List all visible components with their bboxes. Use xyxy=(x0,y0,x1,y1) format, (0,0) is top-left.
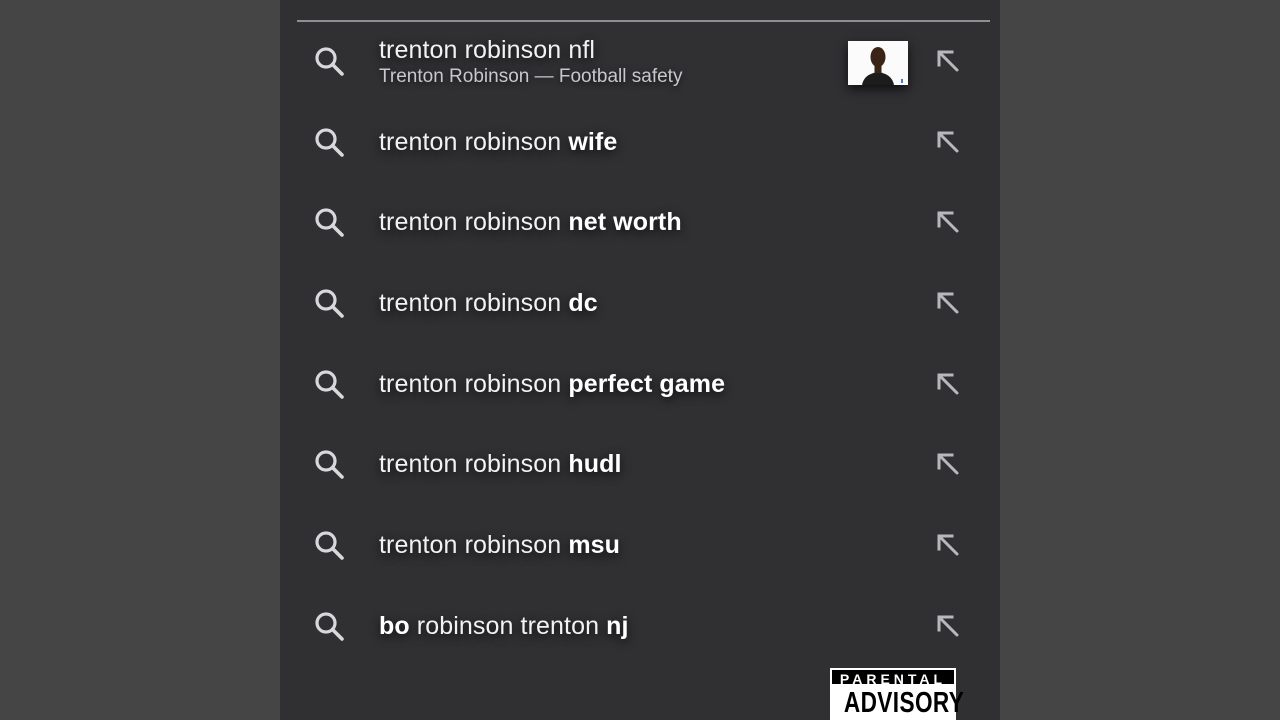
query-part: robinson trenton xyxy=(409,612,607,640)
search-icon xyxy=(313,126,347,160)
suggestion-query: trenton robinson dc xyxy=(379,289,598,318)
suggestion-item[interactable]: trenton robinson wife xyxy=(280,105,1000,185)
query-bold-part: wife xyxy=(568,128,618,156)
suggestion-item[interactable]: trenton robinson net worth xyxy=(280,185,1000,265)
query-part: trenton robinson xyxy=(379,370,569,398)
advisory-top-text: PARENTAL xyxy=(830,668,956,687)
query-part: trenton robinson nfl xyxy=(379,36,596,64)
arrow-up-left-icon[interactable] xyxy=(935,129,963,157)
suggestion-subtitle: Trenton Robinson — Football safety xyxy=(379,66,683,87)
search-icon xyxy=(313,206,347,240)
search-icon xyxy=(313,448,347,482)
arrow-up-left-icon[interactable] xyxy=(935,613,963,641)
suggestion-item[interactable]: bo robinson trenton nj xyxy=(280,589,1000,669)
query-part: trenton robinson xyxy=(379,208,569,236)
query-bold-part: hudl xyxy=(568,450,622,478)
arrow-up-left-icon[interactable] xyxy=(935,371,963,399)
query-bold-part: msu xyxy=(568,531,621,559)
search-icon xyxy=(313,529,347,563)
arrow-up-left-icon[interactable] xyxy=(935,290,963,318)
query-bold-part: net worth xyxy=(568,208,682,236)
query-bold-part: perfect game xyxy=(568,370,726,398)
search-suggestions-panel: trenton robinson nfl Trenton Robinson — F… xyxy=(280,0,1000,720)
arrow-up-left-icon[interactable] xyxy=(935,532,963,560)
query-part: trenton robinson xyxy=(379,289,569,317)
advisory-bottom-text: ADVISORY xyxy=(843,687,965,719)
suggestion-query: trenton robinson wife xyxy=(379,128,617,157)
parental-advisory-label: PARENTAL ADVISORY xyxy=(830,668,965,720)
query-part: trenton robinson xyxy=(379,128,569,156)
search-icon xyxy=(313,610,347,644)
query-bold-part: bo xyxy=(379,612,410,640)
suggestion-item[interactable]: trenton robinson nfl Trenton Robinson — F… xyxy=(280,23,1000,103)
suggestion-item[interactable]: trenton robinson hudl xyxy=(280,427,1000,507)
query-bold-part: nj xyxy=(606,612,629,640)
arrow-up-left-icon[interactable] xyxy=(935,48,963,76)
divider xyxy=(297,20,990,22)
arrow-up-left-icon[interactable] xyxy=(935,209,963,237)
query-part: trenton robinson xyxy=(379,450,569,478)
suggestion-query: trenton robinson perfect game xyxy=(379,370,725,399)
suggestion-query: trenton robinson nfl xyxy=(379,36,595,65)
query-part: trenton robinson xyxy=(379,531,569,559)
search-icon xyxy=(313,45,347,79)
query-bold-part: dc xyxy=(568,289,598,317)
suggestion-query: trenton robinson hudl xyxy=(379,450,622,479)
thumbnail-image xyxy=(848,41,908,85)
suggestion-query: trenton robinson msu xyxy=(379,531,620,560)
suggestion-item[interactable]: trenton robinson msu xyxy=(280,508,1000,588)
arrow-up-left-icon[interactable] xyxy=(935,451,963,479)
search-icon xyxy=(313,368,347,402)
search-icon xyxy=(313,287,347,321)
suggestion-query: trenton robinson net worth xyxy=(379,208,682,237)
suggestion-query: bo robinson trenton nj xyxy=(379,612,629,641)
suggestion-item[interactable]: trenton robinson perfect game xyxy=(280,347,1000,427)
suggestion-item[interactable]: trenton robinson dc xyxy=(280,266,1000,346)
